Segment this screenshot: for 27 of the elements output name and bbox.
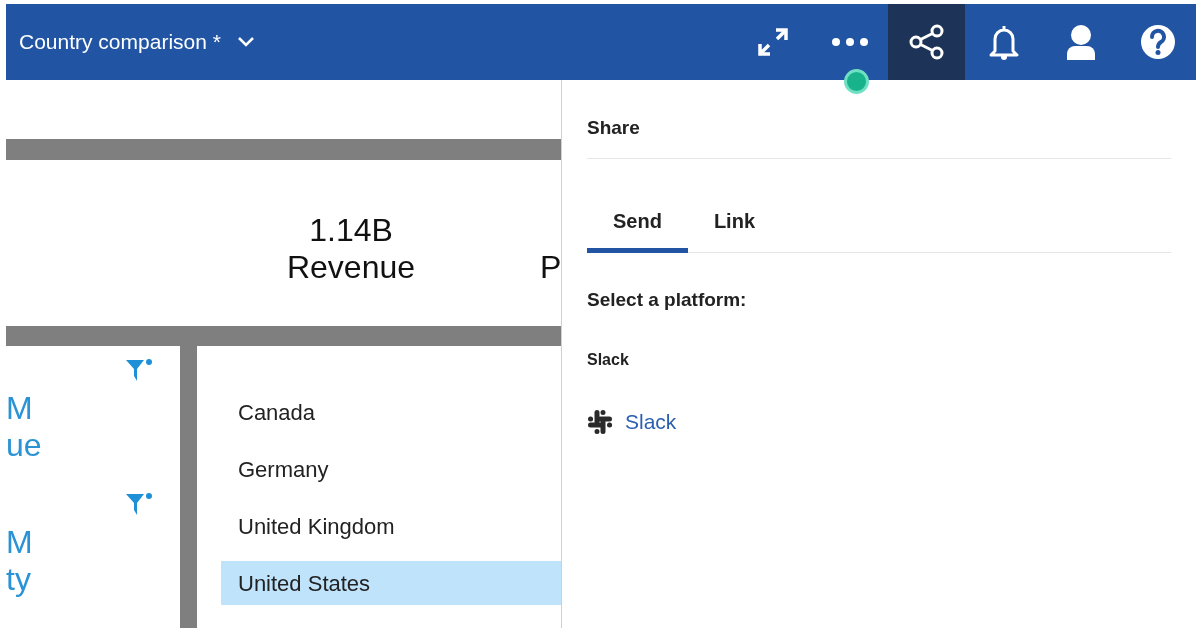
panel-title: Share: [587, 80, 1171, 159]
country-list-item[interactable]: United States: [221, 561, 561, 605]
more-icon: [830, 37, 869, 47]
country-list-item[interactable]: Canada: [221, 390, 561, 434]
kpi-value: M: [6, 390, 34, 427]
kpi-label: ty: [6, 561, 32, 598]
hash-icon: [587, 408, 613, 435]
platform-prompt: Select a platform:: [587, 287, 748, 312]
kpi-label: ue: [6, 427, 42, 464]
section-heading: Slack: [587, 350, 630, 370]
chevron-down-icon: [236, 36, 255, 48]
help-icon: [1139, 24, 1176, 60]
tab[interactable]: Send: [587, 203, 688, 253]
kpi-value: M: [6, 524, 33, 561]
share-button[interactable]: [888, 4, 965, 80]
notification-icon: [987, 23, 1020, 61]
kpi-label: P: [540, 249, 561, 286]
expand-icon: [755, 26, 790, 58]
kpi-value: 1.14B: [308, 212, 394, 249]
user-icon: [1064, 24, 1097, 60]
tab[interactable]: Link: [687, 203, 782, 253]
country-list-item[interactable]: United Kingdom: [221, 504, 561, 548]
share-icon: [907, 23, 946, 61]
country-list-item[interactable]: Germany: [221, 447, 561, 491]
kpi-label: Revenue: [285, 249, 417, 286]
platform-link[interactable]: Slack: [587, 406, 1171, 438]
dashboard-title-dropdown[interactable]: Country comparison *: [6, 26, 255, 58]
